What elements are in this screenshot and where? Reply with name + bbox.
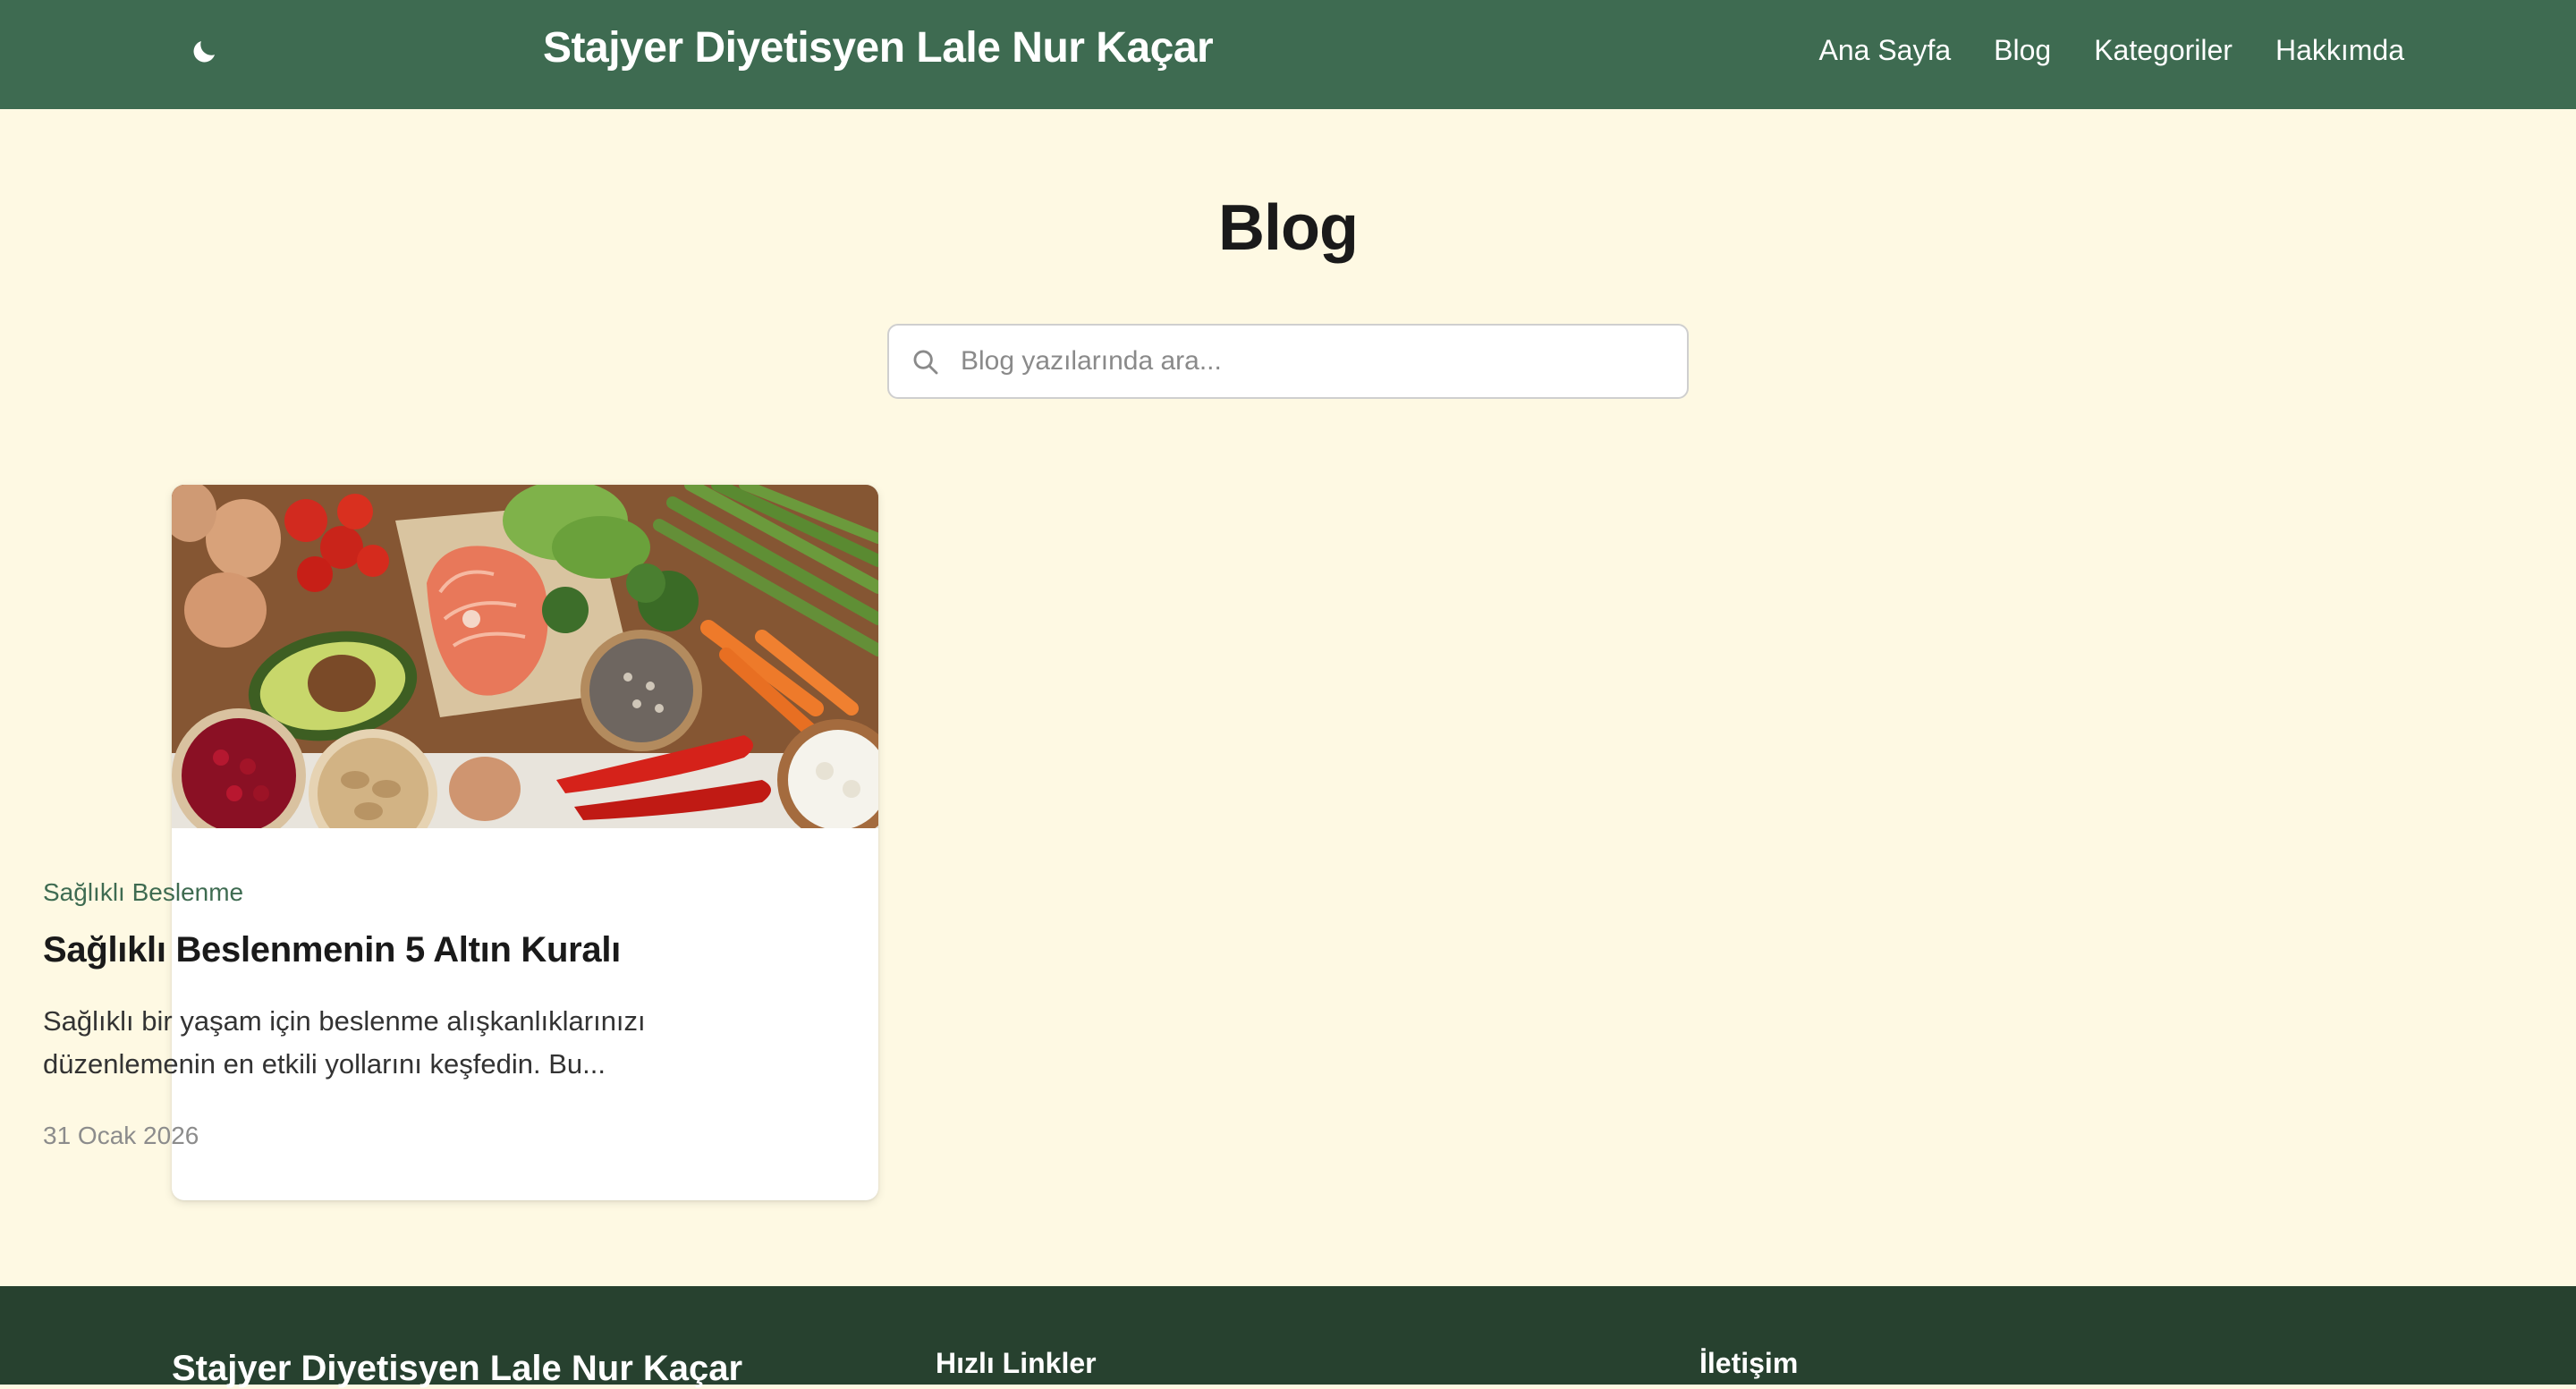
post-date: 31 Ocak 2026 xyxy=(43,1122,199,1149)
site-header: Stajyer Diyetisyen Lale Nur Kaçar Ana Sa… xyxy=(0,0,2576,109)
theme-toggle-button[interactable] xyxy=(184,32,224,72)
main-nav: Ana Sayfa Blog Kategoriler Hakkımda xyxy=(1819,30,2405,70)
search-input[interactable] xyxy=(961,326,1667,397)
page-title: Blog xyxy=(1218,192,1359,264)
nav-link-blog[interactable]: Blog xyxy=(1994,34,2051,67)
footer-brand: Stajyer Diyetisyen Lale Nur Kaçar xyxy=(172,1349,743,1388)
search-icon xyxy=(913,350,938,375)
nav-link-about[interactable]: Hakkımda xyxy=(2275,34,2404,67)
nav-link-categories[interactable]: Kategoriler xyxy=(2094,34,2233,67)
moon-icon xyxy=(193,40,216,63)
search-box xyxy=(887,324,1689,399)
post-title[interactable]: Sağlıklı Beslenmenin 5 Altın Kuralı xyxy=(43,930,621,970)
post-cover-image xyxy=(172,485,878,828)
post-excerpt: Sağlıklı bir yaşam için beslenme alışkan… xyxy=(43,1005,646,1080)
post-category[interactable]: Sağlıklı Beslenme xyxy=(43,878,243,907)
footer-quick-links-title: Hızlı Linkler xyxy=(936,1347,1097,1379)
nav-link-home[interactable]: Ana Sayfa xyxy=(1819,34,1952,67)
footer-contact-title: İletişim xyxy=(1699,1347,1799,1379)
blog-post-card[interactable] xyxy=(172,485,878,1200)
site-title[interactable]: Stajyer Diyetisyen Lale Nur Kaçar xyxy=(543,23,1214,72)
